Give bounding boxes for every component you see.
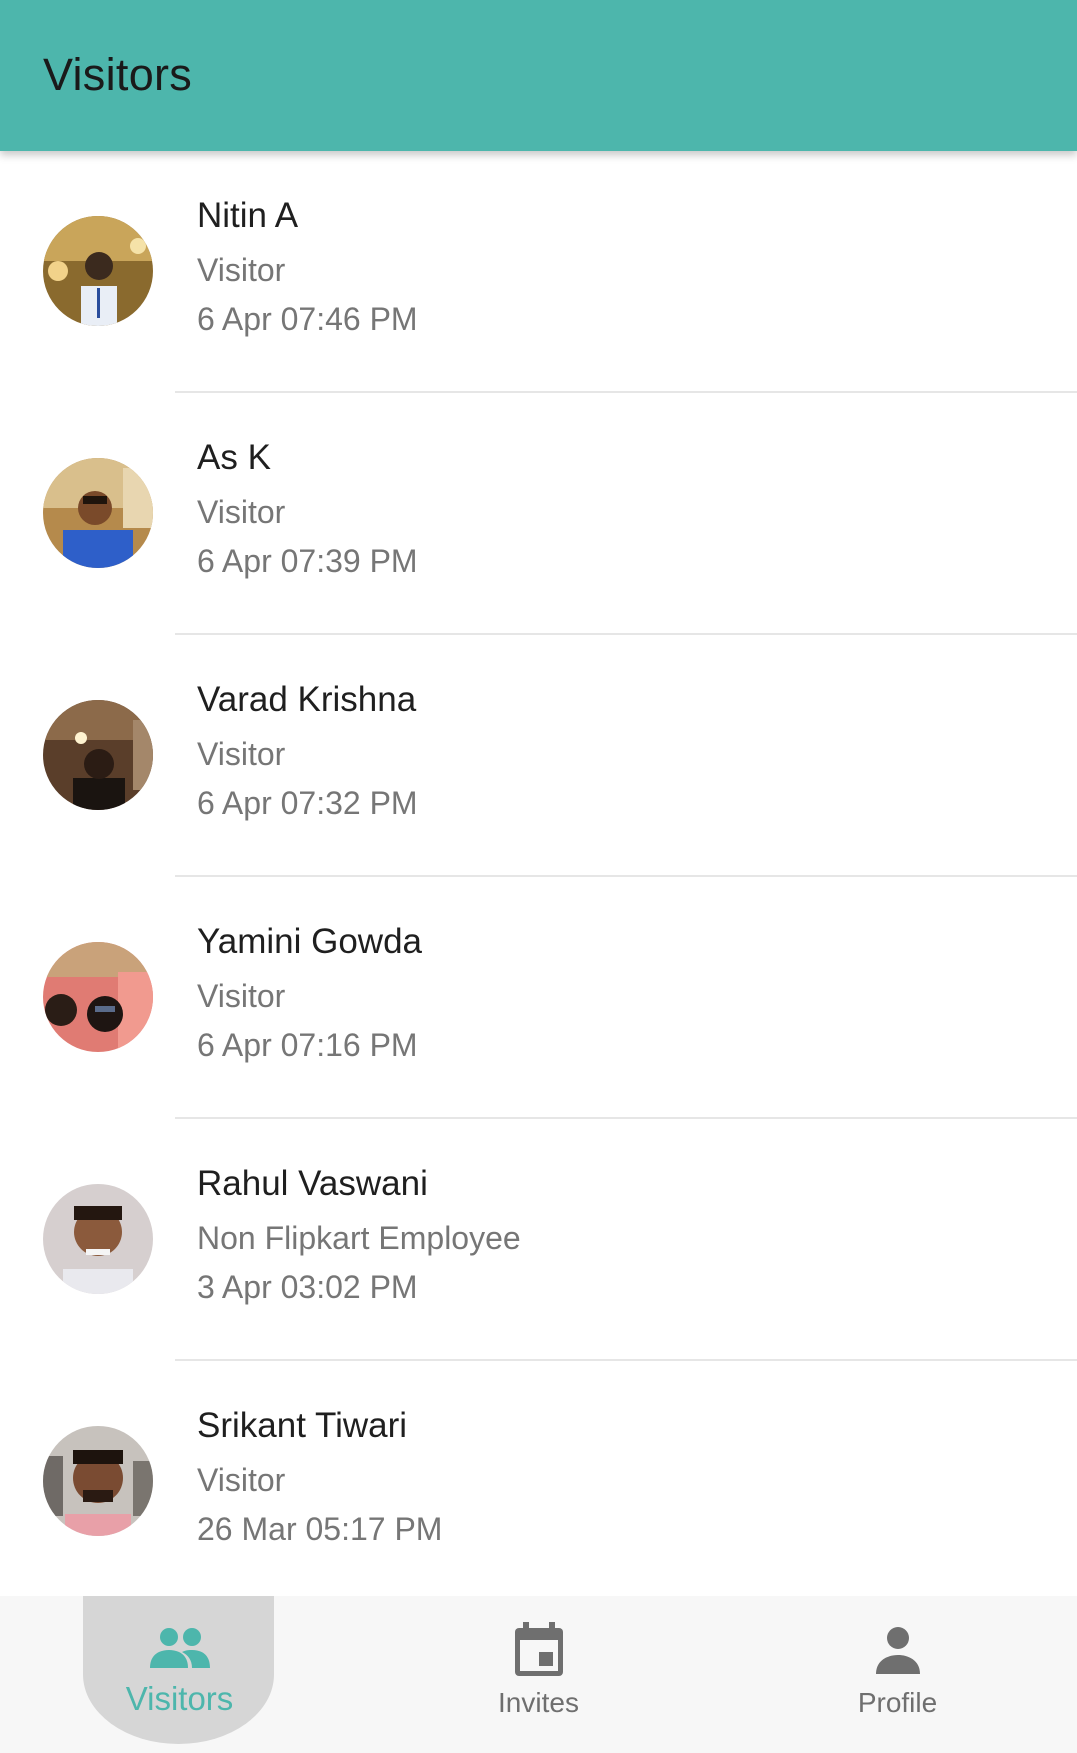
visitor-type: Visitor	[197, 494, 286, 530]
avatar	[43, 942, 153, 1052]
person-icon	[875, 1627, 920, 1674]
visitor-list[interactable]: Nitin A Visitor 6 Apr 07:46 PM As K Visi…	[0, 151, 1077, 1596]
calendar-event-icon	[514, 1622, 563, 1676]
nav-item-invites[interactable]: Invites	[359, 1596, 718, 1753]
visitor-row[interactable]: As K Visitor 6 Apr 07:39 PM	[0, 393, 1077, 635]
page-title: Visitors	[43, 48, 193, 100]
nav-label-visitors: Visitors	[125, 1680, 234, 1717]
visit-time: 6 Apr 07:32 PM	[197, 785, 418, 821]
nav-item-profile[interactable]: Profile	[718, 1596, 1077, 1753]
visitor-type: Non Flipkart Employee	[197, 1220, 521, 1256]
avatar	[43, 458, 153, 568]
avatar	[43, 1426, 153, 1536]
avatar	[43, 216, 153, 326]
visit-time: 3 Apr 03:02 PM	[197, 1269, 418, 1305]
visitor-name: Yamini Gowda	[197, 922, 423, 961]
visit-time: 6 Apr 07:46 PM	[197, 301, 418, 337]
active-tab-indicator	[83, 1596, 274, 1744]
visitor-type: Visitor	[197, 736, 286, 772]
app-bar: Visitors	[0, 0, 1077, 151]
visitor-row[interactable]: Nitin A Visitor 6 Apr 07:46 PM	[0, 151, 1077, 393]
visitor-type: Visitor	[197, 1462, 286, 1498]
visit-time: 6 Apr 07:39 PM	[197, 543, 418, 579]
visitor-row[interactable]: Srikant Tiwari Visitor 26 Mar 05:17 PM	[0, 1361, 1077, 1596]
visitor-type: Visitor	[197, 252, 286, 288]
avatar	[43, 1184, 153, 1294]
visitor-row[interactable]: Varad Krishna Visitor 6 Apr 07:32 PM	[0, 635, 1077, 877]
visitor-row[interactable]: Yamini Gowda Visitor 6 Apr 07:16 PM	[0, 877, 1077, 1119]
visitor-type: Visitor	[197, 978, 286, 1014]
nav-label-profile: Profile	[857, 1687, 938, 1718]
avatar	[43, 700, 153, 810]
visitor-name: As K	[197, 438, 271, 477]
visitor-row[interactable]: Rahul Vaswani Non Flipkart Employee 3 Ap…	[0, 1119, 1077, 1361]
visitors-screen: Visitors Nitin A Visitor 6 Apr 07:46 PM	[0, 0, 1077, 1753]
bottom-navigation: Visitors Invites Profile	[0, 1596, 1077, 1753]
visit-time: 6 Apr 07:16 PM	[197, 1027, 418, 1063]
visitor-name: Rahul Vaswani	[197, 1164, 428, 1203]
nav-item-visitors[interactable]: Visitors	[0, 1596, 359, 1753]
visitor-name: Varad Krishna	[197, 680, 417, 719]
nav-label-invites: Invites	[498, 1687, 579, 1718]
people-icon	[149, 1628, 210, 1668]
visitor-name: Srikant Tiwari	[197, 1406, 408, 1445]
visitor-name: Nitin A	[197, 196, 299, 235]
visit-time: 26 Mar 05:17 PM	[197, 1511, 443, 1547]
